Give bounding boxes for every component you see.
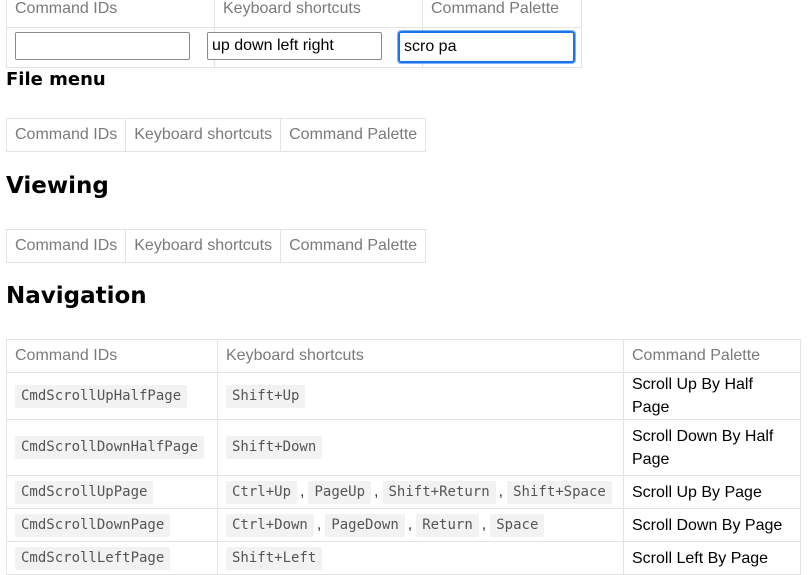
file-menu-header-command-ids: Command IDs xyxy=(5,118,127,152)
palette-name: Scroll Up By Half Page xyxy=(623,372,801,420)
palette-name: Scroll Down By Half Page xyxy=(623,419,801,476)
shortcut-cell: Shift+Down xyxy=(217,419,624,476)
shortcut-key: Space xyxy=(490,513,545,537)
shortcut-cell: Shift+Left xyxy=(217,541,624,575)
navigation-header-command-palette: Command Palette xyxy=(623,339,801,373)
command-palette-filter-input[interactable] xyxy=(397,30,576,64)
section-title-file-menu: File menu xyxy=(6,69,106,90)
palette-name: Scroll Left By Page xyxy=(623,541,801,575)
command-id-cell: CmdScrollDownHalfPage xyxy=(6,419,218,476)
table-row: CmdScrollLeftPage Shift+Left Scroll Left… xyxy=(6,541,801,575)
filter-header-command-palette: Command Palette xyxy=(422,0,582,28)
file-menu-header-command-palette: Command Palette xyxy=(280,118,427,152)
command-id: CmdScrollDownHalfPage xyxy=(15,436,205,459)
navigation-table: Command IDs Keyboard shortcuts Command P… xyxy=(6,339,801,575)
palette-name: Scroll Up By Page xyxy=(623,475,801,509)
table-row: CmdScrollDownPage Ctrl+Down, PageDown, Ret… xyxy=(6,508,801,542)
file-menu-table: Command IDs Keyboard shortcuts Command P… xyxy=(5,118,427,152)
command-ids-filter-input[interactable] xyxy=(15,32,190,60)
shortcut-key: Shift+Return xyxy=(382,480,496,504)
section-title-navigation: Navigation xyxy=(6,283,147,309)
command-id: CmdScrollUpPage xyxy=(15,480,154,504)
shortcut-key: Shift+Left xyxy=(226,546,323,570)
command-id: CmdScrollUpHalfPage xyxy=(15,384,188,408)
command-id-cell: CmdScrollUpHalfPage xyxy=(6,372,218,420)
shortcut-key: PageDown xyxy=(325,513,405,537)
navigation-header-command-ids: Command IDs xyxy=(6,339,218,373)
viewing-header-command-ids: Command IDs xyxy=(5,229,127,263)
viewing-header-keyboard-shortcuts: Keyboard shortcuts xyxy=(125,229,282,263)
command-id: CmdScrollDownPage xyxy=(15,513,171,537)
filter-header-command-ids: Command IDs xyxy=(6,0,215,28)
table-row: CmdScrollUpPage Ctrl+Up, PageUp, Shift+Ret… xyxy=(6,475,801,509)
command-id-cell: CmdScrollLeftPage xyxy=(6,541,218,575)
shortcut-key: Ctrl+Down xyxy=(226,513,314,537)
shortcut-key: Ctrl+Up xyxy=(226,480,298,504)
palette-name: Scroll Down By Page xyxy=(623,508,801,542)
shortcut-key: Return xyxy=(416,513,479,537)
command-id: CmdScrollLeftPage xyxy=(15,546,171,570)
shortcut-key: Shift+Up xyxy=(226,384,306,408)
command-id-cell: CmdScrollUpPage xyxy=(6,475,218,509)
command-id-cell: CmdScrollDownPage xyxy=(6,508,218,542)
shortcut-key: Shift+Space xyxy=(507,480,612,504)
keyboard-shortcuts-filter-input[interactable] xyxy=(207,32,382,60)
viewing-header-command-palette: Command Palette xyxy=(280,229,427,263)
file-menu-header-keyboard-shortcuts: Keyboard shortcuts xyxy=(125,118,282,152)
filter-header-keyboard-shortcuts: Keyboard shortcuts xyxy=(214,0,423,28)
shortcut-cell: Shift+Up xyxy=(217,372,624,420)
shortcut-cell: Ctrl+Down, PageDown, Return, Space xyxy=(217,508,624,542)
viewing-table: Command IDs Keyboard shortcuts Command P… xyxy=(5,229,427,263)
table-row: CmdScrollUpHalfPage Shift+Up Scroll Up B… xyxy=(6,372,801,420)
shortcut-key: Shift+Down xyxy=(226,436,323,459)
shortcut-cell: Ctrl+Up, PageUp, Shift+Return, Shift+Space xyxy=(217,475,624,509)
shortcut-key: PageUp xyxy=(308,480,372,504)
navigation-header-keyboard-shortcuts: Keyboard shortcuts xyxy=(217,339,624,373)
section-title-viewing: Viewing xyxy=(6,173,109,199)
table-row: CmdScrollDownHalfPage Shift+Down Scroll … xyxy=(6,419,801,476)
